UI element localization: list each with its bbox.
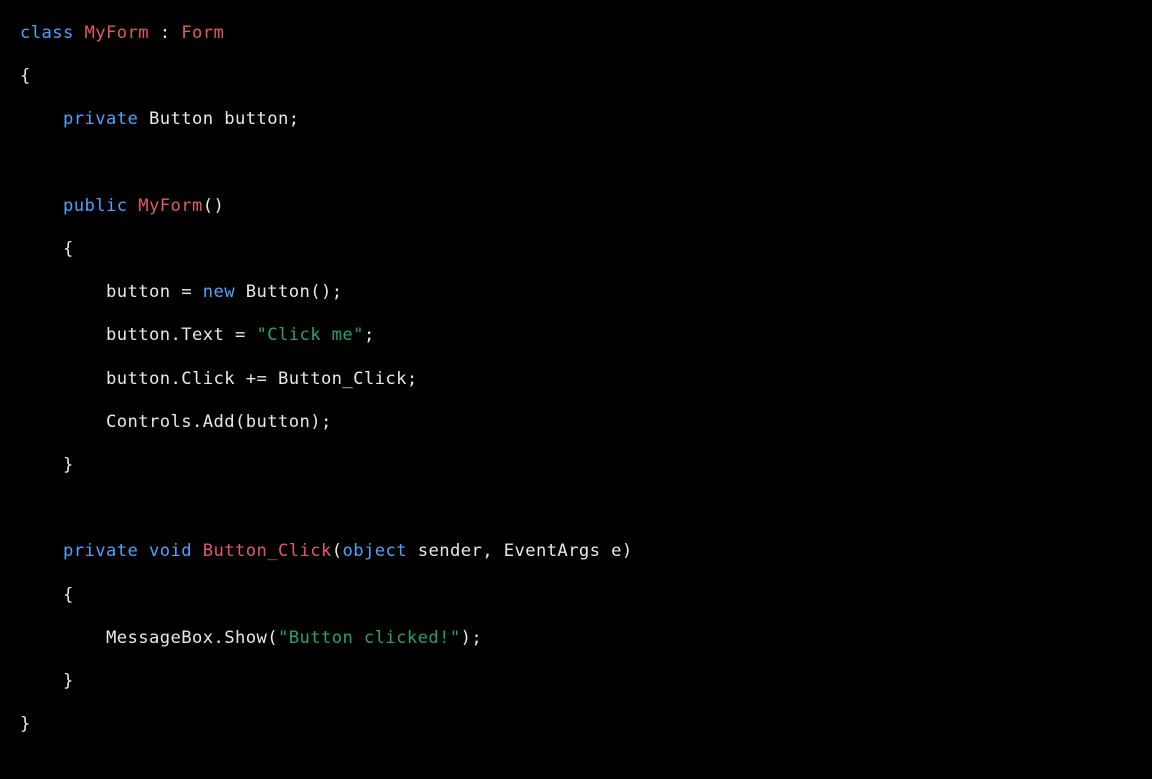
brace-open: {: [63, 585, 74, 605]
params-tail: sender, EventArgs e): [407, 541, 633, 561]
brace-open: {: [20, 66, 31, 86]
keyword-new: new: [203, 282, 235, 302]
brace-close: }: [20, 714, 31, 734]
assign-prefix: button =: [106, 282, 203, 302]
rparen-semi: );: [461, 628, 483, 648]
msgbox-call: MessageBox.Show(: [106, 628, 278, 648]
click-subscribe: button.Click += Button_Click;: [106, 369, 418, 389]
controls-add: Controls.Add(button);: [106, 412, 332, 432]
brace-close: }: [63, 671, 74, 691]
lparen: (: [332, 541, 343, 561]
ctor-parens: (): [203, 196, 225, 216]
brace-close: }: [63, 455, 74, 475]
keyword-void: void: [149, 541, 192, 561]
brace-open: {: [63, 239, 74, 259]
keyword-private: private: [63, 109, 138, 129]
keyword-public: public: [63, 196, 128, 216]
colon: :: [160, 23, 171, 43]
type-myform: MyForm: [85, 23, 150, 43]
new-button-call: Button();: [235, 282, 342, 302]
type-button: Button: [149, 109, 214, 129]
ctor-name: MyForm: [138, 196, 203, 216]
keyword-private: private: [63, 541, 138, 561]
text-assign: button.Text =: [106, 325, 256, 345]
string-click-me: "Click me": [256, 325, 363, 345]
field-decl: button;: [224, 109, 299, 129]
type-form: Form: [181, 23, 224, 43]
code-block: class MyForm : Form { private Button but…: [0, 0, 1152, 766]
string-clicked: "Button clicked!": [278, 628, 461, 648]
method-button-click: Button_Click: [203, 541, 332, 561]
keyword-object: object: [342, 541, 407, 561]
keyword-class: class: [20, 23, 74, 43]
semicolon: ;: [364, 325, 375, 345]
